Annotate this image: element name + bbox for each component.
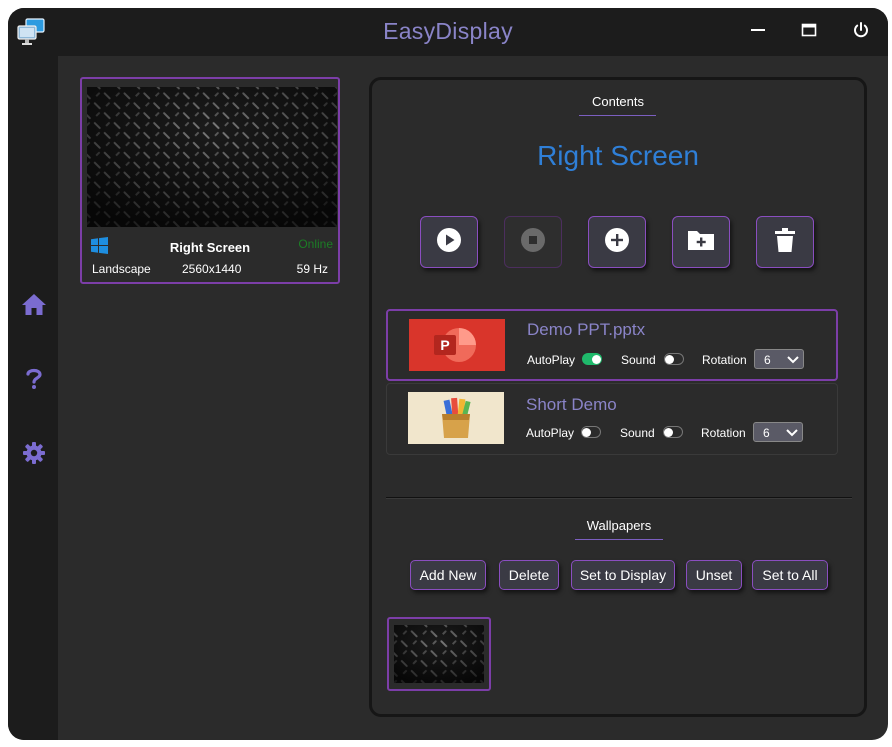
wallpapers-underline <box>575 539 663 540</box>
app-window: EasyDisplay Right Screen Online Landscap… <box>8 8 888 740</box>
display-card[interactable]: Right Screen Online Landscape 2560x1440 … <box>80 77 340 284</box>
power-icon <box>852 21 870 44</box>
rotation-select[interactable]: 6 <box>754 349 804 369</box>
content-item-short-demo[interactable]: Short Demo AutoPlay Sound Rotation 6 <box>386 383 838 455</box>
contents-tab[interactable]: Contents <box>578 94 658 109</box>
stop-icon <box>520 227 546 258</box>
delete-wallpaper-button[interactable]: Delete <box>499 560 559 590</box>
rotation-value: 6 <box>764 353 771 367</box>
maximize-button[interactable] <box>795 18 823 46</box>
minimize-icon <box>750 22 766 43</box>
section-divider <box>386 497 852 499</box>
rotation-label: Rotation <box>702 353 747 367</box>
minimize-button[interactable] <box>744 18 772 46</box>
add-folder-button[interactable] <box>672 216 730 268</box>
folder-files-icon <box>408 392 504 444</box>
add-icon <box>604 227 630 258</box>
play-button[interactable] <box>420 216 478 268</box>
set-to-display-button[interactable]: Set to Display <box>571 560 675 590</box>
title-bar: EasyDisplay <box>8 8 888 56</box>
sidebar <box>8 56 58 740</box>
wallpapers-tab[interactable]: Wallpapers <box>576 518 662 533</box>
content-item-demo-ppt[interactable]: P Demo PPT.pptx AutoPlay Sound Rotation … <box>386 309 838 381</box>
sidebar-item-settings[interactable] <box>21 441 47 470</box>
svg-text:P: P <box>440 337 449 353</box>
wallpaper-thumbnail[interactable] <box>387 617 491 691</box>
content-item-name: Demo PPT.pptx <box>527 320 646 339</box>
display-resolution: 2560x1440 <box>182 262 242 276</box>
display-preview-image <box>87 87 337 227</box>
rotation-select[interactable]: 6 <box>753 422 803 442</box>
sound-label: Sound <box>620 426 655 440</box>
display-refresh-rate: 59 Hz <box>296 262 328 276</box>
content-panel: Contents Right Screen P Demo PPT.pptx Au… <box>369 77 867 717</box>
settings-icon <box>22 441 46 470</box>
sound-label: Sound <box>621 353 656 367</box>
rotation-label: Rotation <box>701 426 746 440</box>
sidebar-item-home[interactable] <box>21 293 47 319</box>
chevron-down-icon <box>786 427 798 441</box>
autoplay-toggle[interactable] <box>582 353 602 365</box>
sidebar-item-help[interactable] <box>21 367 47 393</box>
set-to-all-button[interactable]: Set to All <box>752 560 828 590</box>
play-icon <box>436 227 462 258</box>
powerpoint-icon: P <box>409 319 505 371</box>
power-button[interactable] <box>847 18 875 46</box>
content-item-name: Short Demo <box>526 395 617 414</box>
autoplay-label: AutoPlay <box>527 353 576 367</box>
chevron-down-icon <box>787 354 799 368</box>
autoplay-toggle[interactable] <box>581 426 601 438</box>
unset-wallpaper-button[interactable]: Unset <box>686 560 742 590</box>
help-icon <box>24 366 44 395</box>
add-folder-icon <box>687 228 715 257</box>
rotation-value: 6 <box>763 426 770 440</box>
display-orientation: Landscape <box>92 262 151 276</box>
delete-content-button[interactable] <box>756 216 814 268</box>
contents-underline <box>579 115 656 116</box>
autoplay-label: AutoPlay <box>526 426 575 440</box>
stop-button[interactable] <box>504 216 562 268</box>
sound-toggle[interactable] <box>663 426 683 438</box>
display-status: Online <box>298 237 333 251</box>
sound-toggle[interactable] <box>664 353 684 365</box>
maximize-icon <box>801 22 817 43</box>
trash-icon <box>774 227 796 258</box>
home-icon <box>21 292 47 321</box>
add-new-wallpaper-button[interactable]: Add New <box>410 560 486 590</box>
screen-title: Right Screen <box>537 140 699 171</box>
wallpaper-image <box>394 625 484 683</box>
add-content-button[interactable] <box>588 216 646 268</box>
